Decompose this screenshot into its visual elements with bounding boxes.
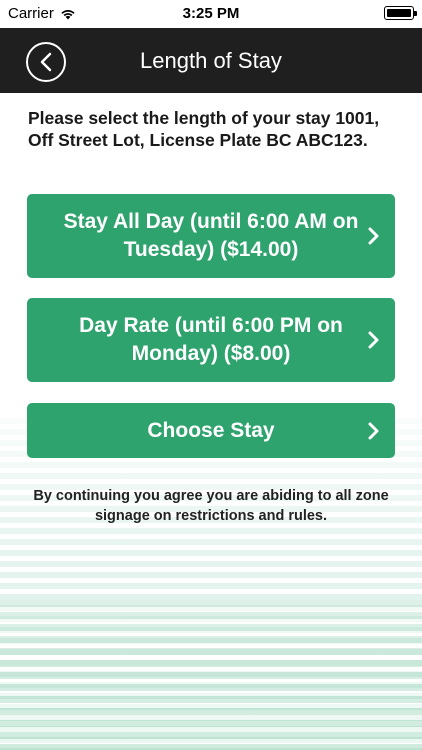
- choose-stay-button[interactable]: Choose Stay: [27, 403, 395, 458]
- status-bar: Carrier 3:25 PM: [0, 0, 422, 28]
- chevron-right-icon: [368, 331, 379, 349]
- status-right: [384, 6, 417, 20]
- chevron-right-icon: [368, 422, 379, 439]
- chevron-right-icon: [368, 227, 379, 245]
- stay-all-day-label: Stay All Day (until 6:00 AM on Tuesday) …: [63, 210, 359, 261]
- background-stripes-fade: [0, 418, 422, 750]
- stay-all-day-button[interactable]: Stay All Day (until 6:00 AM on Tuesday) …: [27, 194, 395, 278]
- intro-text: Please select the length of your stay 10…: [28, 108, 380, 150]
- status-time: 3:25 PM: [182, 5, 240, 22]
- battery-icon: [384, 6, 417, 20]
- day-rate-button[interactable]: Day Rate (until 6:00 PM on Monday) ($8.0…: [27, 298, 395, 382]
- page-title: Length of Stay: [140, 48, 282, 73]
- disclaimer-text: By continuing you agree you are abiding …: [33, 488, 389, 524]
- day-rate-label: Day Rate (until 6:00 PM on Monday) ($8.0…: [79, 314, 343, 365]
- choose-stay-label: Choose Stay: [147, 418, 275, 442]
- nav-bar: Length of Stay: [0, 28, 422, 93]
